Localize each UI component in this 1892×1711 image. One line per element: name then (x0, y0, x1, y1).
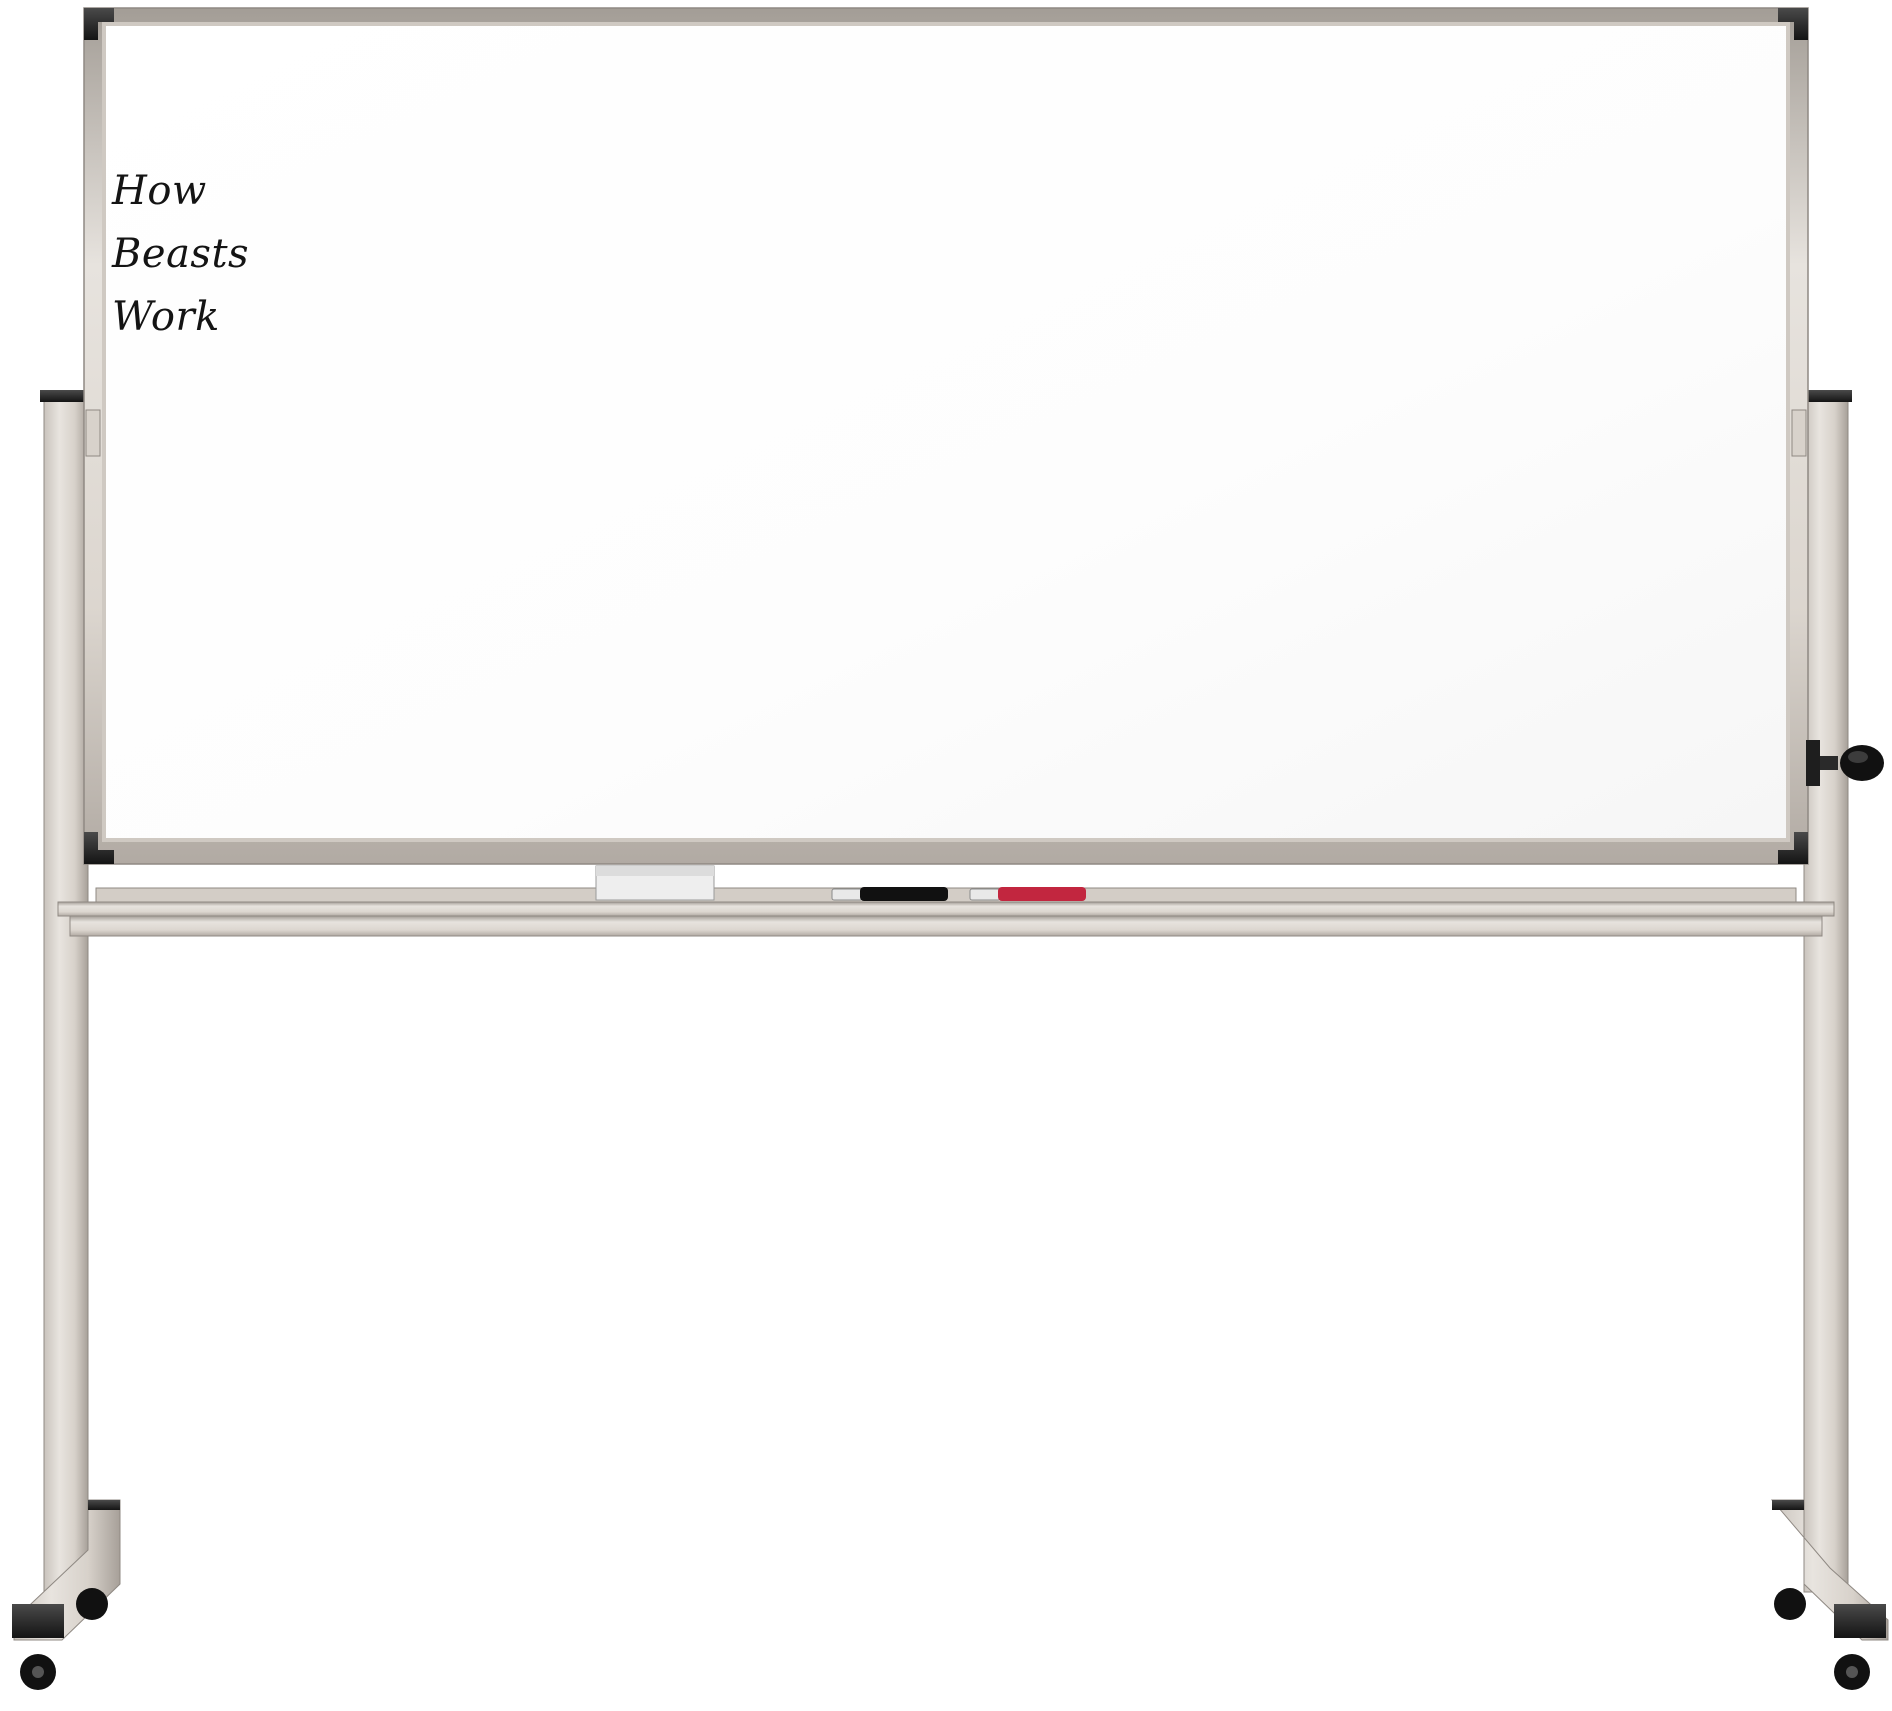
whiteboard-scene: How Beasts Work (0, 0, 1892, 1707)
eraser-icon[interactable] (595, 865, 715, 901)
right-stand-post (1802, 390, 1852, 1593)
handwritten-note: How Beasts Work (112, 160, 249, 349)
whiteboard-illustration (12, 7, 1889, 1690)
handwritten-line-1: How (112, 168, 207, 214)
left-stand-post (40, 390, 90, 1593)
whiteboard-surface (106, 26, 1786, 838)
handwritten-line-2: Beasts (112, 231, 250, 277)
black-marker-icon[interactable] (831, 887, 948, 901)
handwritten-line-3: Work (112, 294, 220, 340)
red-marker-icon[interactable] (969, 887, 1086, 901)
